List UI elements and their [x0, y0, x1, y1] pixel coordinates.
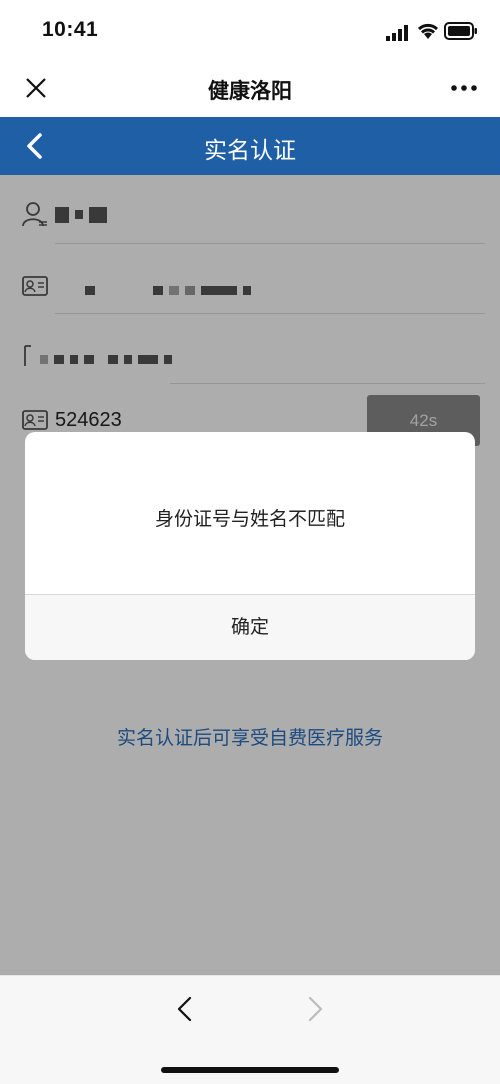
- home-indicator: [161, 1067, 339, 1073]
- battery-icon: [444, 22, 477, 40]
- chevron-right-icon[interactable]: [302, 994, 328, 1024]
- status-time: 10:41: [42, 18, 99, 41]
- confirm-button[interactable]: 确定: [25, 595, 475, 660]
- chevron-left-icon[interactable]: [172, 994, 198, 1024]
- wifi-icon: [417, 23, 439, 39]
- wechat-title: 健康洛阳: [208, 80, 292, 103]
- cellular-signal-icon: [386, 25, 408, 41]
- wechat-nav-bar: 健康洛阳: [0, 60, 500, 117]
- alert-dialog: 身份证号与姓名不匹配 确定: [25, 432, 475, 660]
- dialog-message: 身份证号与姓名不匹配: [154, 509, 345, 530]
- status-bar: 10:41: [0, 0, 500, 60]
- page-header: 实名认证: [0, 117, 500, 175]
- more-icon[interactable]: [450, 80, 478, 96]
- browser-toolbar: [0, 975, 500, 1084]
- page-title: 实名认证: [204, 137, 296, 163]
